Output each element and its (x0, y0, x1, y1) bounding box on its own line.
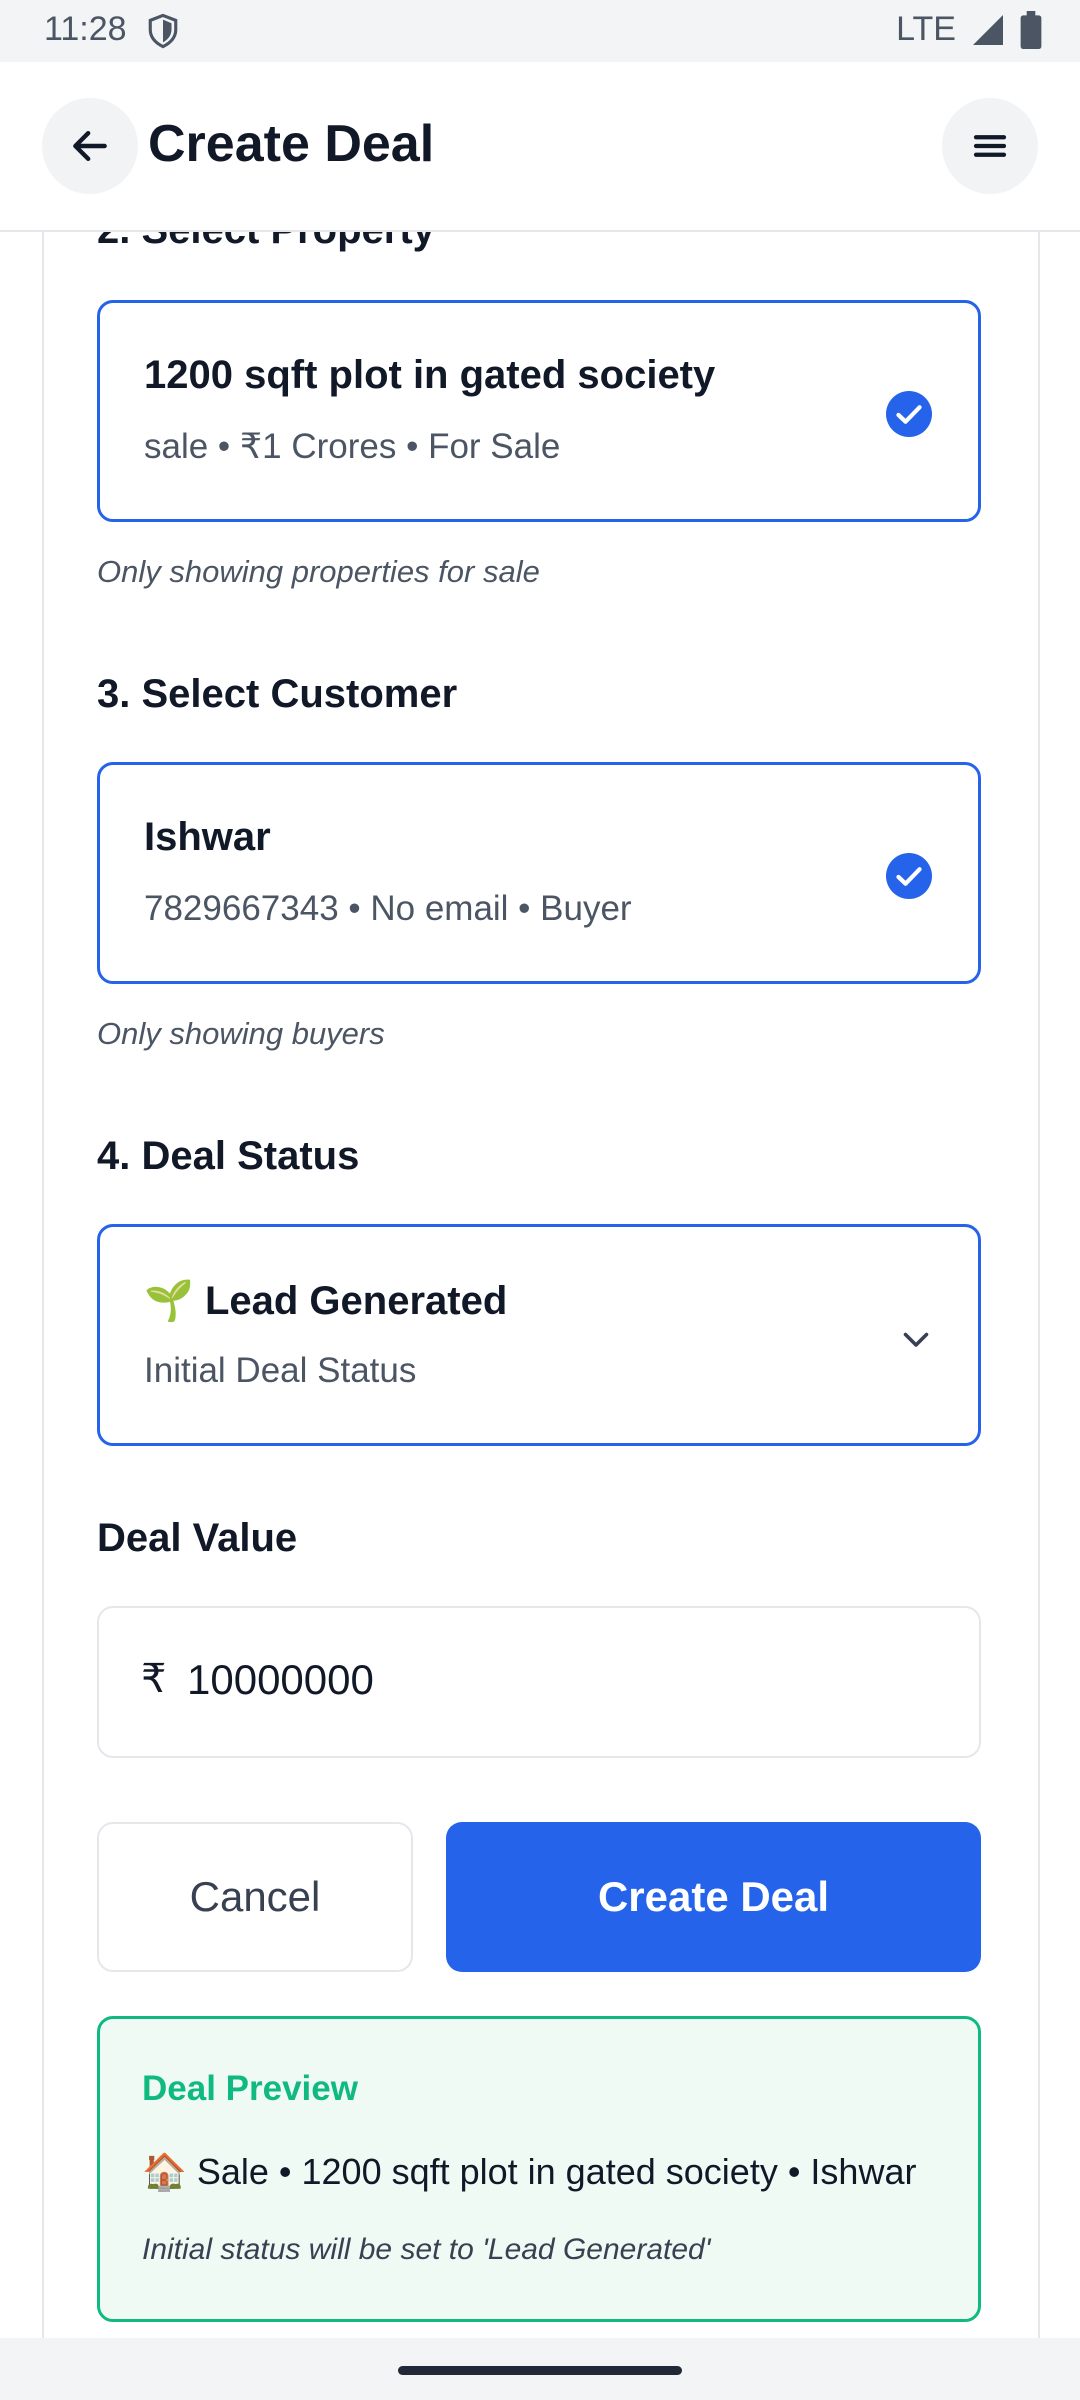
home-indicator[interactable] (398, 2366, 682, 2375)
deal-status-dropdown[interactable]: 🌱 Lead Generated Initial Deal Status (97, 1224, 981, 1446)
signal-icon (973, 14, 1003, 45)
seedling-icon: 🌱 (144, 1278, 194, 1324)
deal-status-subtitle: Initial Deal Status (144, 1351, 417, 1390)
section-label-status: 4. Deal Status (97, 1134, 360, 1178)
status-time: 11:28 (44, 10, 127, 48)
deal-status-value: Lead Generated (204, 1279, 508, 1323)
network-type: LTE (896, 10, 956, 48)
customer-name: Ishwar (144, 815, 271, 859)
deal-value-input[interactable]: ₹ 10000000 (97, 1606, 981, 1758)
hamburger-menu-icon (973, 135, 1007, 157)
section-label-value: Deal Value (97, 1516, 298, 1560)
currency-symbol: ₹ (141, 1657, 167, 1701)
property-helper-text: Only showing properties for sale (97, 554, 540, 589)
deal-preview-title: Deal Preview (142, 2069, 358, 2108)
property-option-card[interactable]: 1200 sqft plot in gated society sale • ₹… (97, 300, 981, 522)
house-icon: 🏠 (142, 2152, 187, 2193)
create-deal-button[interactable]: Create Deal (446, 1822, 981, 1972)
property-details: sale • ₹1 Crores • For Sale (144, 427, 561, 466)
shield-icon (148, 13, 178, 49)
status-bar: 11:28 LTE (0, 0, 1080, 62)
system-nav-bar (0, 2338, 1080, 2400)
cancel-button[interactable]: Cancel (97, 1822, 413, 1972)
deal-preview-panel: Deal Preview 🏠 Sale • 1200 sqft plot in … (97, 2016, 981, 2322)
page-title: Create Deal (148, 115, 435, 173)
section-label-customer: 3. Select Customer (97, 672, 458, 716)
customer-option-card[interactable]: Ishwar 7829667343 • No email • Buyer (97, 762, 981, 984)
arrow-left-icon (73, 130, 107, 162)
property-title: 1200 sqft plot in gated society (144, 353, 716, 397)
chevron-down-icon (903, 1332, 929, 1347)
back-button[interactable] (42, 98, 138, 194)
check-circle-icon (886, 853, 932, 899)
battery-icon (1020, 10, 1042, 49)
customer-details: 7829667343 • No email • Buyer (144, 889, 632, 928)
deal-status-selected: 🌱 Lead Generated (144, 1277, 507, 1324)
deal-preview-summary: 🏠 Sale • 1200 sqft plot in gated society… (142, 2151, 916, 2193)
deal-preview-note: Initial status will be set to 'Lead Gene… (142, 2233, 711, 2266)
app-header: Create Deal (0, 62, 1080, 232)
customer-helper-text: Only showing buyers (97, 1016, 385, 1051)
deal-value-text[interactable]: 10000000 (187, 1656, 374, 1704)
menu-button[interactable] (942, 98, 1038, 194)
check-circle-icon (886, 391, 932, 437)
deal-preview-text: Sale • 1200 sqft plot in gated society •… (196, 2151, 917, 2192)
